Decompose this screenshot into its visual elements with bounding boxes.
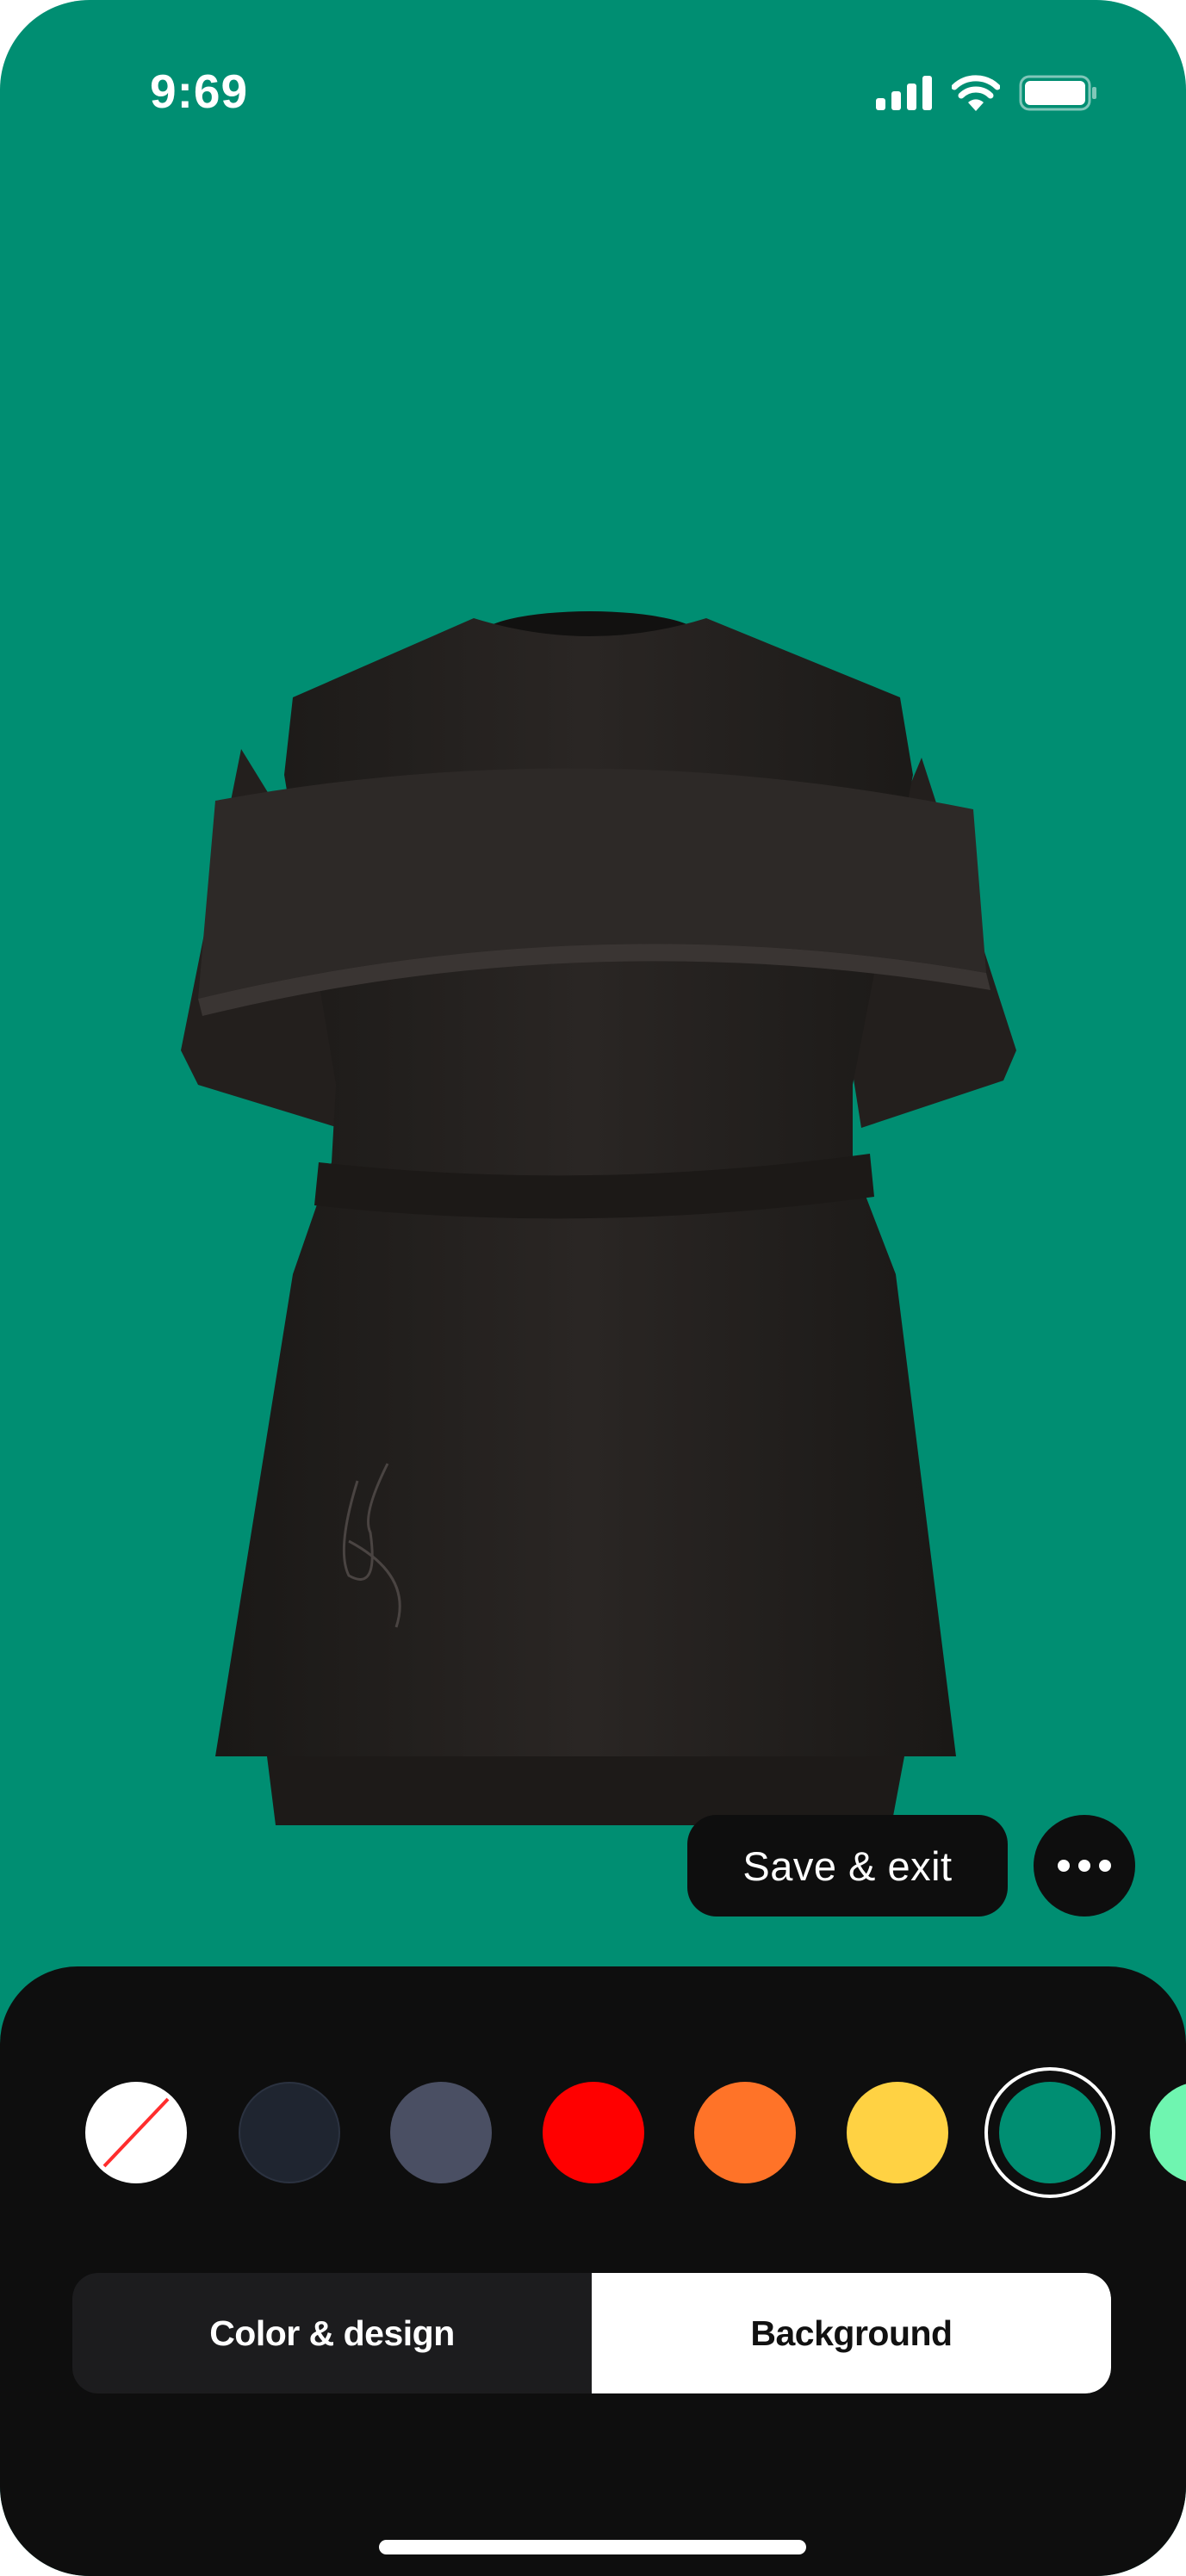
swatch-orange[interactable] <box>694 2082 796 2183</box>
wifi-icon <box>952 75 1000 111</box>
more-dots-icon <box>1058 1860 1111 1872</box>
swatch-slate[interactable] <box>390 2082 492 2183</box>
swatch-none[interactable] <box>85 2082 187 2183</box>
mode-tabs: Color & design Background <box>72 2273 1111 2393</box>
tab-color-design[interactable]: Color & design <box>72 2273 592 2393</box>
no-color-slash-icon <box>102 2097 170 2168</box>
more-button[interactable] <box>1034 1815 1135 1917</box>
cellular-signal-icon <box>876 76 932 110</box>
garment-preview[interactable] <box>164 603 1025 1860</box>
swatch-yellow[interactable] <box>847 2082 948 2183</box>
swatch-dark-navy[interactable] <box>239 2082 340 2183</box>
save-exit-button[interactable]: Save & exit <box>687 1815 1008 1917</box>
bottom-sheet <box>0 1966 1186 2576</box>
tab-background[interactable]: Background <box>592 2273 1111 2393</box>
battery-icon <box>1019 75 1096 111</box>
phone-screen: 9:69 Save & exit Color & design Backgrou… <box>0 0 1186 2576</box>
swatch-green[interactable] <box>999 2082 1101 2183</box>
status-time: 9:69 <box>150 65 249 118</box>
swatch-red[interactable] <box>543 2082 644 2183</box>
status-icons <box>876 71 1098 115</box>
home-indicator[interactable] <box>379 2540 806 2554</box>
